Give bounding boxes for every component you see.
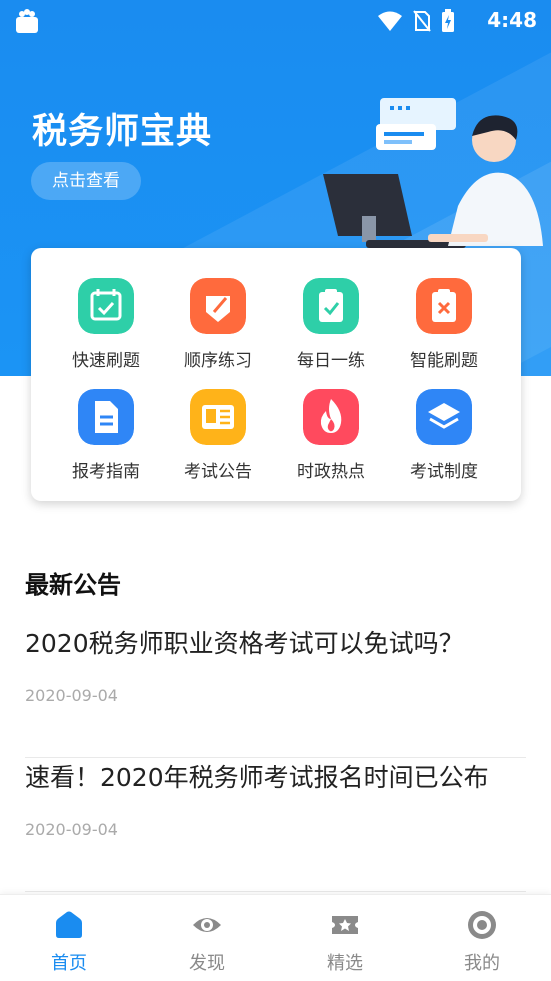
grid-item-exam-guide[interactable]: 报考指南 xyxy=(50,389,162,489)
nav-profile[interactable]: 我的 xyxy=(413,895,551,981)
grid-label: 考试制度 xyxy=(410,462,478,482)
grid-label: 智能刷题 xyxy=(410,351,478,371)
layers-icon xyxy=(416,389,472,445)
battery-charging-icon xyxy=(442,9,454,32)
grid-item-quick-practice[interactable]: 快速刷题 xyxy=(50,278,162,378)
status-bar: 4:48 xyxy=(0,0,551,44)
nav-label: 我的 xyxy=(464,953,500,974)
news-date: 2020-09-04 xyxy=(25,686,118,705)
newspaper-icon xyxy=(190,389,246,445)
ticket-star-icon xyxy=(332,916,358,934)
document-icon xyxy=(78,389,134,445)
grid-item-current-affairs[interactable]: 时政热点 xyxy=(275,389,387,489)
grid-item-sequential-practice[interactable]: 顺序练习 xyxy=(162,278,274,378)
clipboard-check-icon xyxy=(303,278,359,334)
grid-item-exam-notice[interactable]: 考试公告 xyxy=(162,389,274,489)
view-button[interactable]: 点击查看 xyxy=(31,162,141,200)
system-icons xyxy=(377,9,455,33)
grid-label: 报考指南 xyxy=(72,462,140,482)
grid-item-exam-system[interactable]: 考试制度 xyxy=(388,389,500,489)
grid-label: 时政热点 xyxy=(297,462,365,482)
nav-home[interactable]: 首页 xyxy=(0,895,138,981)
grid-label: 快速刷题 xyxy=(72,351,140,371)
news-title: 速看！2020年税务师考试报名时间已公布 xyxy=(25,763,489,792)
no-sim-icon xyxy=(413,10,431,32)
clock: 4:48 xyxy=(487,8,537,32)
news-date: 2020-09-04 xyxy=(25,820,118,839)
news-title: 2020税务师职业资格考试可以免试吗？ xyxy=(25,629,464,658)
grid-item-smart-practice[interactable]: 智能刷题 xyxy=(388,278,500,378)
feature-grid: 快速刷题 顺序练习 每日一练 智能刷题 报考指南 考试公告 时政热点 考试制度 xyxy=(31,248,521,501)
clipboard-x-icon xyxy=(416,278,472,334)
nav-label: 首页 xyxy=(51,953,87,974)
page-title: 税务师宝典 xyxy=(32,112,213,152)
profile-circle-icon xyxy=(468,911,496,939)
nav-label: 发现 xyxy=(189,953,225,974)
eye-icon xyxy=(193,918,221,932)
grid-label: 每日一练 xyxy=(297,351,365,371)
wifi-icon xyxy=(378,11,402,31)
home-icon xyxy=(56,911,82,938)
app-store-icon xyxy=(16,9,38,33)
section-title: 最新公告 xyxy=(25,571,121,599)
calendar-check-icon xyxy=(78,278,134,334)
nav-label: 精选 xyxy=(327,953,363,974)
pen-tag-icon xyxy=(190,278,246,334)
grid-label: 顺序练习 xyxy=(184,351,252,371)
news-item[interactable]: 速看！2020年税务师考试报名时间已公布 2020-09-04 xyxy=(25,758,526,892)
news-item[interactable]: 2020税务师职业资格考试可以免试吗？ 2020-09-04 xyxy=(25,624,526,758)
home-screen: 4:48 税务师宝典 点击查看 快速刷题 顺序练习 每日一练 智能刷题 报考指南… xyxy=(0,0,551,981)
grid-item-daily-practice[interactable]: 每日一练 xyxy=(275,278,387,378)
teacher-illustration xyxy=(323,98,543,248)
flame-icon xyxy=(303,389,359,445)
nav-featured[interactable]: 精选 xyxy=(276,895,414,981)
grid-label: 考试公告 xyxy=(184,462,252,482)
nav-discover[interactable]: 发现 xyxy=(138,895,276,981)
bottom-navigation: 首页 发现 精选 我的 xyxy=(0,894,551,981)
